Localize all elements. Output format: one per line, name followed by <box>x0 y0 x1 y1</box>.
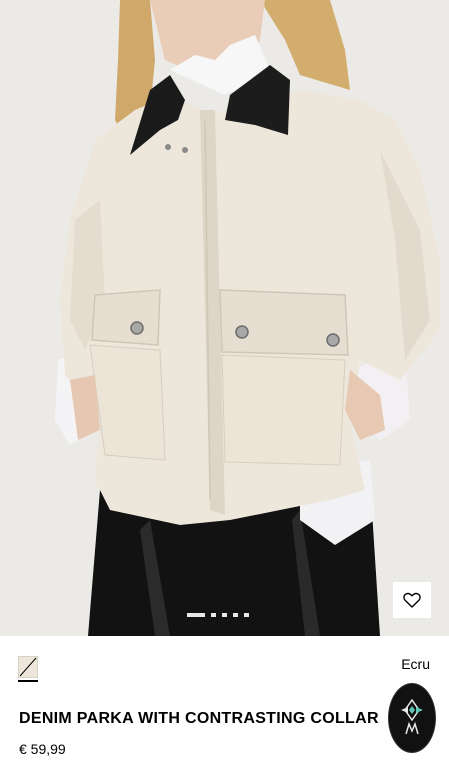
gallery-pagination[interactable] <box>187 612 249 618</box>
gallery-dot[interactable] <box>233 613 238 617</box>
wishlist-button[interactable] <box>393 582 431 618</box>
heart-icon <box>403 592 421 608</box>
product-price: € 59,99 <box>19 741 66 757</box>
product-image[interactable] <box>0 0 449 636</box>
color-swatch-icon <box>18 656 38 678</box>
product-photo <box>55 0 440 636</box>
color-name: Ecru <box>401 656 430 672</box>
gallery-dot[interactable] <box>244 613 249 617</box>
color-swatch[interactable] <box>18 656 38 682</box>
gallery-dot[interactable] <box>187 613 205 617</box>
gallery-dot[interactable] <box>222 613 227 617</box>
assistant-button[interactable] <box>388 683 436 753</box>
gallery-dot[interactable] <box>211 613 216 617</box>
assistant-logo-icon <box>401 698 423 735</box>
product-title: DENIM PARKA WITH CONTRASTING COLLAR <box>19 710 379 727</box>
